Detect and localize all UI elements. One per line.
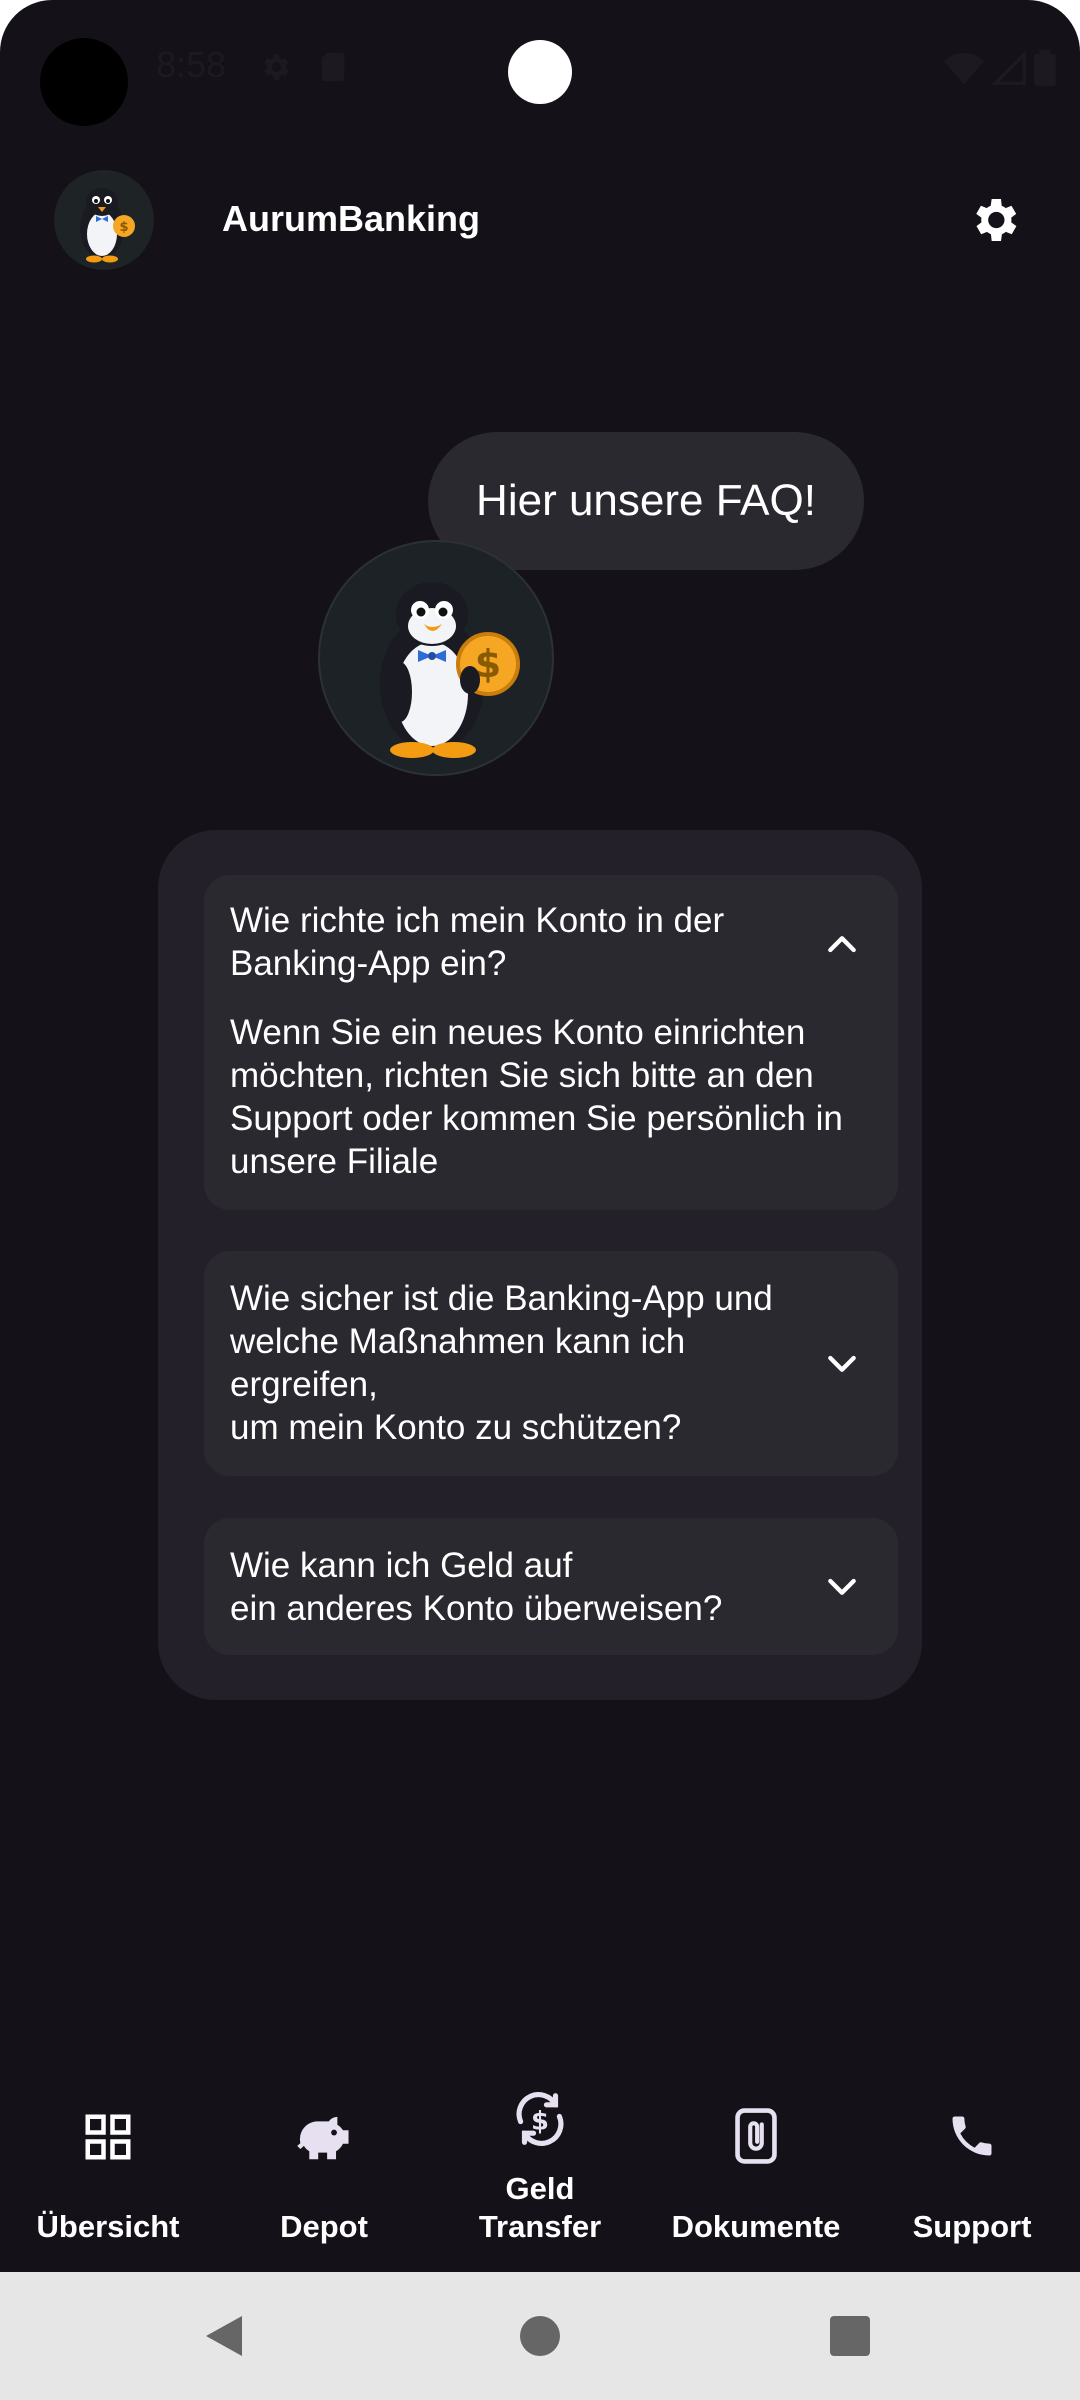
nav-label: Geld Transfer	[432, 2170, 648, 2246]
faq-question-line: um mein Konto zu schützen?	[230, 1408, 682, 1447]
faq-question: Wie kann ich Geld auf ein anderes Konto …	[230, 1544, 722, 1630]
piggy-bank-icon	[295, 2110, 353, 2169]
chat-bubble: Hier unsere FAQ!	[428, 432, 864, 570]
faq-question-line: Wie richte ich mein Konto in der	[230, 901, 725, 940]
money-transfer-icon: $	[509, 2088, 571, 2155]
faq-question-line: Wie kann ich Geld auf	[230, 1546, 573, 1585]
faq-question-line: ein anderes Konto überweisen?	[230, 1589, 723, 1628]
front-camera	[508, 40, 572, 104]
bottom-navigation: Übersicht Depot $ Geld Transfer Dokument…	[0, 2070, 1080, 2270]
status-bar: 8:58	[0, 0, 1080, 140]
faq-question-line: welche Maßnahmen kann ich	[230, 1322, 686, 1361]
nav-label: Depot	[280, 2209, 368, 2244]
faq-question: Wie sicher ist die Banking-App und welch…	[230, 1277, 773, 1449]
faq-item[interactable]: Wie kann ich Geld auf ein anderes Konto …	[204, 1518, 898, 1655]
app-title: AurumBanking	[222, 198, 481, 239]
svg-text:$: $	[531, 2106, 549, 2136]
home-icon[interactable]	[520, 2316, 560, 2356]
document-clip-icon	[728, 2106, 784, 2171]
chevron-down-icon[interactable]	[822, 1566, 862, 1606]
faq-question-line: Wie sicher ist die Banking-App und	[230, 1279, 773, 1318]
app-logo-penguin-icon: $	[54, 170, 154, 270]
chevron-down-icon[interactable]	[822, 1343, 862, 1383]
status-sd-card-icon	[318, 50, 348, 89]
nav-item-geld-transfer[interactable]: $ Geld Transfer	[432, 2070, 648, 2270]
settings-button[interactable]	[962, 190, 1026, 254]
status-time: 8:58	[156, 44, 227, 85]
nav-label: Support	[912, 2209, 1032, 2244]
app-bar: $ AurumBanking	[0, 160, 1080, 280]
app-screen: 8:58 $ AurumBanking Hier unsere FAQ! $ W…	[0, 0, 1080, 2400]
faq-answer-line: Wenn Sie ein neues Konto einrichten	[230, 1013, 806, 1052]
wifi-icon	[944, 51, 984, 90]
mascot-penguin-avatar: $	[318, 540, 554, 776]
status-settings-icon	[258, 50, 292, 89]
nav-item-support[interactable]: Support	[864, 2070, 1080, 2270]
battery-icon	[1034, 50, 1056, 91]
phone-icon	[946, 2110, 998, 2167]
nav-label: Übersicht	[36, 2209, 180, 2244]
faq-answer: Wenn Sie ein neues Konto einrichten möch…	[230, 1011, 843, 1183]
grid-icon	[81, 2110, 135, 2169]
signal-icon	[991, 50, 1026, 90]
nav-item-dokumente[interactable]: Dokumente	[648, 2070, 864, 2270]
faq-question-line: ergreifen,	[230, 1365, 378, 1404]
camera-cutout	[40, 38, 128, 126]
faq-answer-line: unsere Filiale	[230, 1142, 439, 1181]
faq-answer-line: Support oder kommen Sie persönlich in	[230, 1099, 843, 1138]
recent-apps-icon[interactable]	[830, 2316, 870, 2356]
system-navigation-bar	[0, 2272, 1080, 2400]
nav-label-line: Transfer	[478, 2209, 602, 2244]
nav-item-depot[interactable]: Depot	[216, 2070, 432, 2270]
faq-question-line: Banking-App ein?	[230, 944, 507, 983]
faq-card: Wie richte ich mein Konto in der Banking…	[158, 830, 922, 1700]
svg-text:$: $	[119, 220, 128, 235]
back-icon[interactable]	[204, 2314, 244, 2363]
nav-label-line: Geld	[505, 2171, 575, 2206]
nav-label: Dokumente	[671, 2209, 841, 2244]
faq-item[interactable]: Wie sicher ist die Banking-App und welch…	[204, 1251, 898, 1476]
chevron-up-icon[interactable]	[822, 925, 862, 965]
gear-icon	[966, 192, 1022, 253]
faq-question: Wie richte ich mein Konto in der Banking…	[230, 899, 724, 985]
status-right-icons	[944, 50, 1056, 91]
faq-item[interactable]: Wie richte ich mein Konto in der Banking…	[204, 875, 898, 1210]
faq-answer-line: möchten, richten Sie sich bitte an den	[230, 1056, 814, 1095]
nav-item-uebersicht[interactable]: Übersicht	[0, 2070, 216, 2270]
chat-message: Hier unsere FAQ!	[476, 476, 816, 525]
